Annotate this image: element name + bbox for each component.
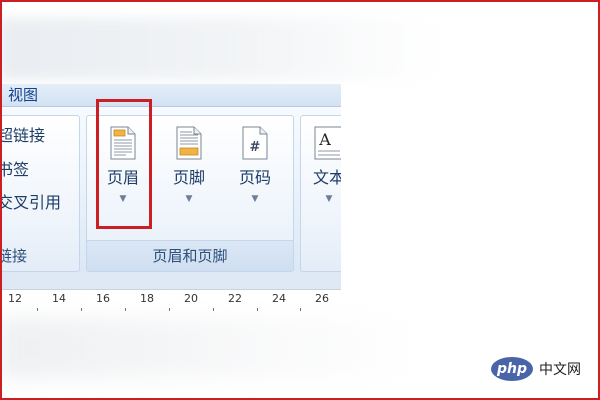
ruler-tick: 22 [228, 292, 242, 305]
ruler-mark [125, 308, 126, 311]
ribbon-screenshot: 视图 超链接 书签 交叉引用 链接 页眉 ▼ 页脚 ▼ # 页码 ▼ 页眉和页脚… [0, 84, 341, 312]
cross-reference-button[interactable]: 交叉引用 [0, 189, 61, 213]
text-box-button-label: 文本 [312, 168, 341, 187]
svg-text:#: # [250, 140, 261, 155]
ruler-tick: 12 [8, 292, 22, 305]
text-box-button[interactable]: A 文本 ▼ [305, 126, 341, 204]
ruler-mark [81, 308, 82, 311]
horizontal-ruler[interactable]: 12 14 16 18 20 22 24 26 [0, 289, 341, 312]
svg-text:A: A [318, 130, 331, 149]
page-number-button[interactable]: # 页码 ▼ [231, 126, 279, 204]
ruler-mark [213, 308, 214, 311]
header-footer-group-label: 页眉和页脚 [87, 240, 293, 271]
links-group: 超链接 书签 交叉引用 链接 [0, 115, 80, 272]
text-group: A 文本 ▼ [300, 115, 341, 272]
ruler-mark [169, 308, 170, 311]
chevron-down-icon: ▼ [251, 194, 259, 204]
footer-button-label: 页脚 [172, 168, 205, 187]
chevron-down-icon: ▼ [325, 194, 333, 204]
ruler-tick: 26 [315, 292, 329, 305]
links-group-label: 链接 [0, 247, 28, 265]
watermark-logo: php [491, 357, 533, 381]
ruler-mark [257, 308, 258, 311]
text-box-icon: A [314, 126, 341, 160]
header-button-highlight-box [96, 99, 152, 229]
blurred-background-bottom [0, 318, 420, 378]
footer-button[interactable]: 页脚 ▼ [165, 126, 213, 204]
ruler-tick: 14 [52, 292, 66, 305]
bookmark-button[interactable]: 书签 [0, 156, 29, 180]
ruler-tick: 24 [272, 292, 286, 305]
tab-view[interactable]: 视图 [8, 84, 38, 106]
watermark-text: 中文网 [539, 362, 581, 378]
ruler-tick: 16 [96, 292, 110, 305]
footer-icon [176, 126, 202, 160]
page-number-icon: # [242, 126, 268, 160]
ribbon-panel: 超链接 书签 交叉引用 链接 页眉 ▼ 页脚 ▼ # 页码 ▼ 页眉和页脚 A … [0, 107, 341, 273]
ruler-tick: 20 [184, 292, 198, 305]
hyperlink-button[interactable]: 超链接 [0, 122, 45, 146]
ruler-tick: 18 [140, 292, 154, 305]
ruler-mark [300, 308, 301, 311]
ribbon-tab-bar: 视图 [0, 84, 341, 107]
watermark: php 中文网 [491, 356, 581, 382]
blurred-background-top [0, 18, 440, 80]
chevron-down-icon: ▼ [185, 194, 193, 204]
page-number-button-label: 页码 [238, 168, 271, 187]
ruler-mark [37, 308, 38, 311]
